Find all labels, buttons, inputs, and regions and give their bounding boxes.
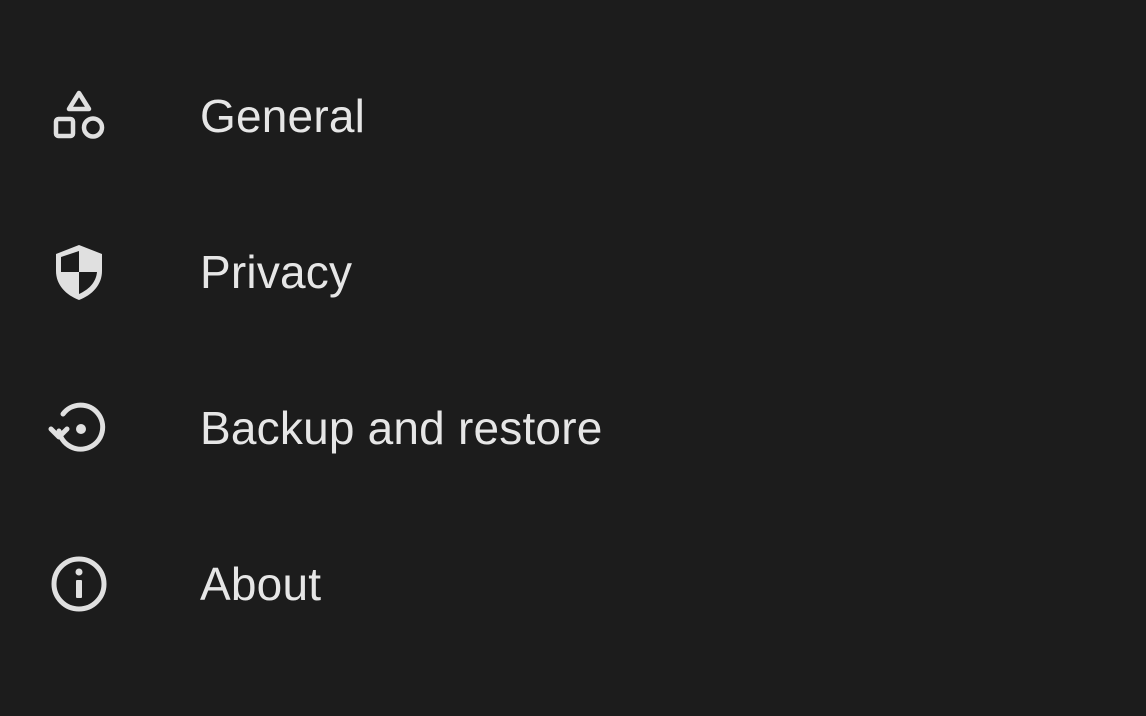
menu-item-label: Backup and restore xyxy=(200,402,603,454)
menu-item-general[interactable]: General xyxy=(0,38,1146,194)
settings-menu: General Privacy Backup and restore About xyxy=(0,38,1146,662)
menu-item-label: Privacy xyxy=(200,246,353,298)
menu-item-label: About xyxy=(200,558,322,610)
menu-item-about[interactable]: About xyxy=(0,506,1146,662)
info-icon xyxy=(44,549,114,619)
menu-item-backup-restore[interactable]: Backup and restore xyxy=(0,350,1146,506)
category-shapes-icon xyxy=(44,81,114,151)
shield-icon xyxy=(44,237,114,307)
menu-item-label: General xyxy=(200,90,366,142)
menu-item-privacy[interactable]: Privacy xyxy=(0,194,1146,350)
settings-page: General Privacy Backup and restore About xyxy=(0,0,1146,716)
restore-history-icon xyxy=(44,393,114,463)
